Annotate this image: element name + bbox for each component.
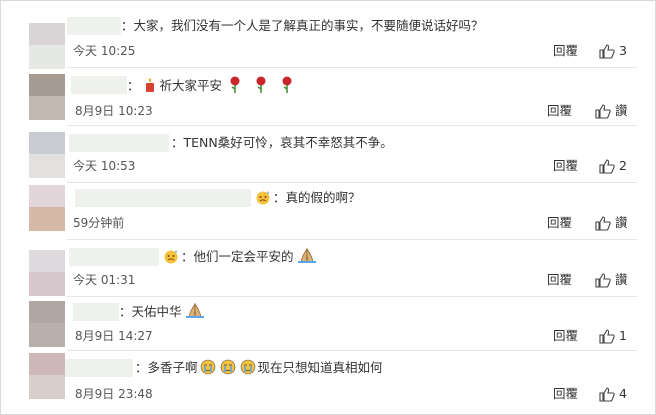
comment-text: ：大家，我们没有一个人是了解真正的事实，不要随便说话好吗？ [121, 18, 484, 33]
comment-text: ：多香子啊 现在只想知道真相如何 [135, 359, 383, 375]
reply-button[interactable]: 回覆 [553, 43, 578, 59]
comment-text: ：真的假的啊？ [253, 189, 361, 207]
avatar[interactable] [29, 23, 65, 69]
like-button[interactable]: 讚 [595, 103, 628, 119]
like-count: 讚 [615, 272, 628, 287]
comment-item: ：他们一定会平安的 今天 01:31 回覆 讚 [1, 240, 655, 296]
pray-icon [297, 248, 316, 263]
comment-text: ：TENN桑好可怜，哀其不幸怒其不争。 [171, 135, 393, 150]
reply-button[interactable]: 回覆 [547, 215, 572, 231]
reply-button[interactable]: 回覆 [553, 386, 578, 402]
like-button[interactable]: 2 [599, 158, 627, 174]
comment-text: ：他们一定会平安的 [161, 248, 320, 266]
thumbs-up-icon [595, 103, 611, 119]
avatar[interactable] [29, 132, 65, 178]
username[interactable] [75, 189, 251, 207]
rose-icon [256, 76, 266, 93]
avatar[interactable] [29, 301, 65, 347]
candle-icon [145, 78, 154, 92]
reply-button[interactable]: 回覆 [553, 158, 578, 174]
like-count: 4 [619, 386, 627, 401]
avatar[interactable] [29, 185, 65, 231]
comment-time: 59分钟前 [73, 216, 125, 230]
comment-time: 今天 01:31 [73, 273, 136, 287]
like-button[interactable]: 讚 [595, 215, 628, 231]
comment-time: 今天 10:25 [73, 44, 136, 58]
thumbs-up-icon [595, 215, 611, 231]
comment-time: 今天 10:53 [73, 159, 136, 173]
avatar[interactable] [29, 353, 65, 399]
rose-icon [230, 76, 240, 93]
username[interactable] [69, 248, 159, 266]
comment-list: ：大家，我们没有一个人是了解真正的事实，不要随便说话好吗？ 今天 10:25 回… [0, 0, 656, 415]
crying-face-icon [220, 359, 235, 375]
thumbs-up-icon [599, 43, 615, 59]
reply-button[interactable]: 回覆 [547, 272, 572, 288]
username[interactable] [67, 17, 121, 35]
like-count: 2 [619, 158, 627, 173]
sweat-face-icon [164, 250, 178, 264]
comment-item: ：多香子啊 现在只想知道真相如何 8月9日 23:48 回覆 4 [1, 351, 655, 414]
avatar[interactable] [29, 74, 65, 120]
crying-face-icon [200, 359, 215, 375]
comment-text: ：祈大家平安 [127, 76, 300, 95]
like-count: 讚 [615, 215, 628, 230]
like-button[interactable]: 讚 [595, 272, 628, 288]
comment-item: ：TENN桑好可怜，哀其不幸怒其不争。 今天 10:53 回覆 2 [1, 126, 655, 182]
username[interactable] [71, 76, 127, 94]
avatar[interactable] [29, 250, 65, 296]
crying-face-icon [240, 359, 255, 375]
comment-item: ：天佑中华 8月9日 14:27 回覆 1 [1, 297, 655, 349]
username[interactable] [65, 359, 133, 377]
like-button[interactable]: 1 [599, 328, 627, 344]
like-count: 讚 [615, 103, 628, 118]
rose-icon [282, 76, 292, 93]
pray-icon [185, 303, 204, 318]
thumbs-up-icon [595, 272, 611, 288]
reply-button[interactable]: 回覆 [547, 103, 572, 119]
thumbs-up-icon [599, 386, 615, 402]
thumbs-up-icon [599, 158, 615, 174]
sweat-face-icon [256, 191, 270, 205]
comment-time: 8月9日 23:48 [75, 387, 153, 401]
like-button[interactable]: 4 [599, 386, 627, 402]
comment-text: ：天佑中华 [119, 303, 208, 321]
comment-time: 8月9日 14:27 [75, 329, 153, 343]
like-button[interactable]: 3 [599, 43, 627, 59]
like-count: 3 [619, 43, 627, 58]
comment-item: ：祈大家平安 8月9日 10:23 回覆 讚 [1, 68, 655, 126]
thumbs-up-icon [599, 328, 615, 344]
comment-item: ：大家，我们没有一个人是了解真正的事实，不要随便说话好吗？ 今天 10:25 回… [1, 1, 655, 69]
comment-time: 8月9日 10:23 [75, 104, 153, 118]
username[interactable] [69, 134, 169, 152]
comment-item: ：真的假的啊？ 59分钟前 回覆 讚 [1, 183, 655, 239]
like-count: 1 [619, 328, 627, 343]
username[interactable] [73, 303, 119, 321]
reply-button[interactable]: 回覆 [553, 328, 578, 344]
